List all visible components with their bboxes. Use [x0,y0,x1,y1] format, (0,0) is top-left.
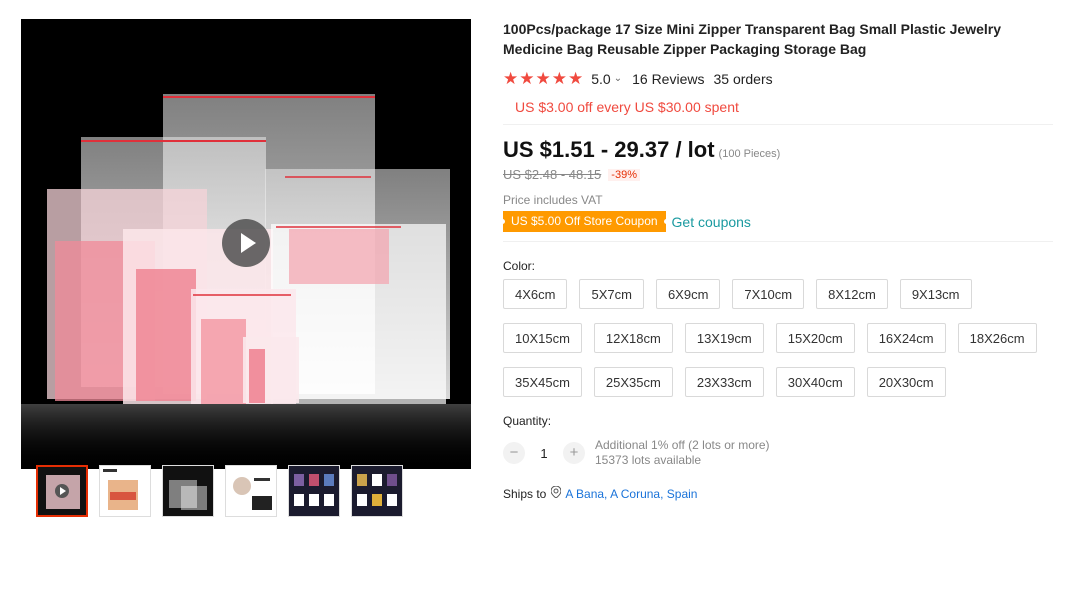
thumbnail-bags-dark[interactable] [162,465,214,517]
shipping-row: Ships to A Bana, A Coruna, Spain [503,485,1063,501]
bulk-discount-note: Additional 1% off (2 lots or more) [595,438,770,452]
size-option[interactable]: 8X12cm [816,279,888,309]
quantity-stepper: − 1 + Additional 1% off (2 lots or more)… [503,438,1063,468]
play-icon [38,467,86,515]
store-coupon-badge[interactable]: US $5.00 Off Store Coupon [500,211,669,232]
thumbnail-image [352,466,402,516]
size-option[interactable]: 35X45cm [503,367,582,397]
star-rating: ★ ★ ★ ★ ★ [503,70,583,87]
size-option[interactable]: 5X7cm [579,279,644,309]
thumbnail-image [100,466,150,516]
thumbnail-grid-1[interactable] [288,465,340,517]
price-row: US $1.51 - 29.37 / lot (100 Pieces) [503,137,1063,163]
reviews-link[interactable]: 16 Reviews [632,71,704,87]
thumbnail-video[interactable] [36,465,88,517]
star-icon: ★ [503,69,519,88]
ships-to-label: Ships to [503,486,547,501]
product-title: 100Pcs/package 17 Size Mini Zipper Trans… [503,21,1002,57]
divider [503,241,1053,242]
size-option[interactable]: 15X20cm [775,323,855,353]
size-option[interactable]: 9X13cm [899,279,972,309]
play-icon[interactable] [222,219,270,267]
product-gallery [21,19,471,469]
size-option[interactable]: 4X6cm [503,279,568,309]
thumbnail-image [226,466,276,516]
rating-row: ★ ★ ★ ★ ★ 5.0 ⌄ 16 Reviews 35 orders [503,70,1063,87]
star-icon: ★ [535,69,551,88]
star-icon: ★ [551,69,567,88]
rating-score[interactable]: 5.0 [591,71,610,87]
star-icon: ★ [568,69,584,88]
ship-location-link[interactable]: A Bana, A Coruna, Spain [565,487,697,501]
divider [503,124,1053,125]
location-pin-icon [550,485,562,501]
lot-pieces: (100 Pieces) [718,148,781,160]
store-promo: US $3.00 off every US $30.00 spent [515,99,739,115]
thumbnail-image [289,466,339,516]
size-option[interactable]: 13X19cm [684,323,764,353]
thumbnail-strip [36,465,403,517]
main-product-image[interactable] [21,19,471,469]
color-label: Color: [503,259,536,273]
size-option[interactable]: 10X15cm [503,323,582,353]
vat-note: Price includes VAT [503,193,603,207]
size-option[interactable]: 20X30cm [866,367,946,397]
thumbnail-details[interactable] [225,465,277,517]
increase-quantity-button[interactable]: + [563,442,585,464]
quantity-label: Quantity: [503,414,552,428]
quantity-info: Additional 1% off (2 lots or more) 15373… [595,438,770,468]
decrease-quantity-button[interactable]: − [503,442,525,464]
price-range: US $1.51 - 29.37 / lot [503,137,715,162]
size-option[interactable]: 6X9cm [655,279,721,309]
quantity-input[interactable]: 1 [525,446,563,461]
discount-badge: -39% [608,168,640,181]
thumbnail-image [163,466,213,516]
product-info: 100Pcs/package 17 Size Mini Zipper Trans… [500,19,1063,501]
chevron-down-icon[interactable]: ⌄ [614,73,622,84]
size-option[interactable]: 7X10cm [732,279,805,309]
original-price: US $2.48 - 48.15 [503,167,602,182]
size-option[interactable]: 16X24cm [866,323,946,353]
orders-count: 35 orders [713,70,773,87]
size-option[interactable]: 23X33cm [684,367,764,397]
size-option[interactable]: 12X18cm [593,323,673,353]
original-price-row: US $2.48 - 48.15 -39% [503,167,1063,182]
size-option[interactable]: 30X40cm [775,367,855,397]
size-option[interactable]: 18X26cm [957,323,1037,353]
stock-note: 15373 lots available [595,453,702,467]
thumbnail-grid-2[interactable] [351,465,403,517]
size-options: 4X6cm 5X7cm 6X9cm 7X10cm 8X12cm 9X13cm 1… [503,279,1063,411]
coupon-row: US $5.00 Off Store Coupon Get coupons [500,211,1063,232]
size-option[interactable]: 25X35cm [593,367,673,397]
get-coupons-link[interactable]: Get coupons [672,214,751,230]
thumbnail-sandwich-bag[interactable] [99,465,151,517]
star-icon: ★ [519,69,535,88]
